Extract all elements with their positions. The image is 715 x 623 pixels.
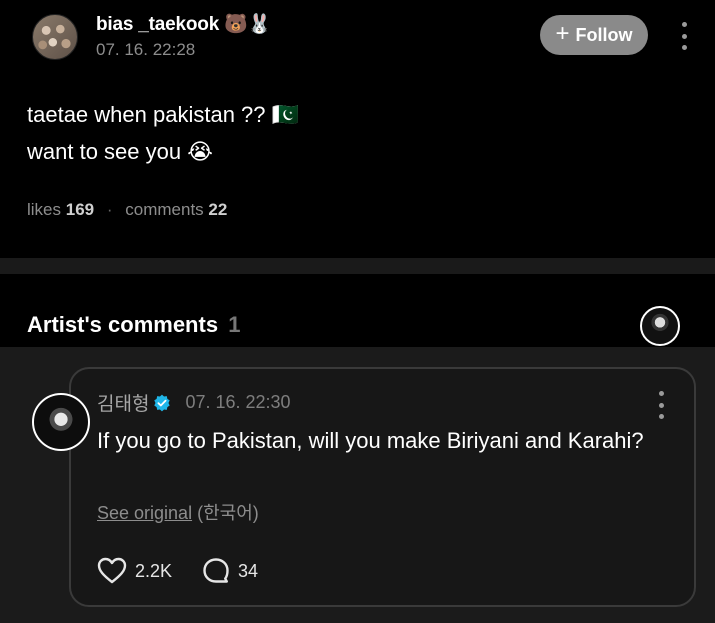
comments-label[interactable]: comments (125, 200, 203, 219)
reply-button[interactable]: 34 (202, 557, 258, 585)
comment-card: 김태형 07. 16. 22:30 If you go to Pakistan,… (69, 367, 696, 607)
comment-actions: 2.2K 34 (97, 557, 288, 585)
artist-comments-label: Artist's comments (27, 312, 219, 337)
like-button[interactable]: 2.2K (97, 557, 172, 585)
artist-comments-title: Artist's comments 1 (27, 312, 240, 338)
like-count: 2.2K (135, 560, 173, 581)
comment-author-avatar[interactable] (32, 393, 90, 451)
artist-comments-header[interactable]: Artist's comments 1 (0, 274, 715, 347)
comments-count[interactable]: 22 (208, 200, 227, 219)
avatar[interactable] (32, 14, 78, 60)
post-stats: likes 169 · comments 22 (27, 200, 227, 220)
post-username[interactable]: bias _taekook 🐻🐰 (96, 12, 271, 36)
comment-timestamp: 07. 16. 22:30 (185, 392, 291, 412)
post-timestamp: 07. 16. 22:28 (96, 40, 196, 59)
verified-badge-icon (154, 394, 171, 411)
stats-separator: · (106, 200, 113, 219)
see-original: See original (한국어) (97, 499, 259, 525)
likes-label: likes (27, 200, 62, 219)
comment-text: If you go to Pakistan, will you make Bir… (97, 428, 644, 453)
comment-author[interactable]: 김태형 (97, 389, 149, 416)
more-vertical-icon[interactable] (657, 391, 665, 419)
reply-count: 34 (238, 560, 259, 581)
plus-icon: + (555, 20, 570, 47)
post-detail-page: bias _taekook 🐻🐰 07. 16. 22:28 + Follow … (0, 0, 715, 623)
comment-area: 김태형 07. 16. 22:30 If you go to Pakistan,… (0, 347, 715, 623)
original-language: (한국어) (197, 503, 259, 523)
artist-avatar[interactable] (640, 306, 680, 346)
post-text-line: taetae when pakistan ?? 🇵🇰 (27, 102, 300, 127)
post-body: taetae when pakistan ?? 🇵🇰 want to see y… (27, 96, 299, 170)
more-vertical-icon[interactable] (680, 22, 688, 50)
section-divider (0, 258, 715, 274)
follow-button[interactable]: + Follow (540, 15, 648, 55)
heart-icon (97, 557, 127, 584)
comment-header: 김태형 07. 16. 22:30 (97, 389, 291, 416)
follow-label: Follow (575, 24, 633, 45)
post-text-line: want to see you 😭 (27, 139, 213, 164)
see-original-link[interactable]: See original (97, 503, 192, 523)
comment-bubble-icon (203, 558, 229, 583)
post-section: bias _taekook 🐻🐰 07. 16. 22:28 + Follow … (0, 0, 715, 258)
likes-count: 169 (65, 200, 95, 219)
artist-comments-count: 1 (228, 312, 241, 337)
